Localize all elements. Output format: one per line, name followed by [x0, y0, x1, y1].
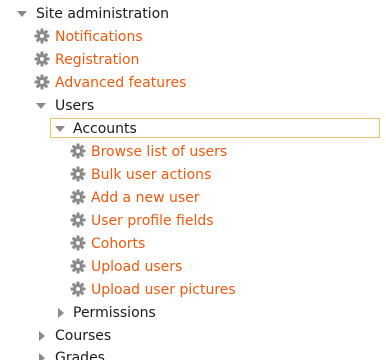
- gear-icon: [70, 258, 86, 274]
- gear-icon: [70, 235, 86, 251]
- tree-node-label: Site administration: [36, 6, 170, 22]
- gear-icon: [70, 189, 86, 205]
- expanded-triangle-icon: [55, 126, 65, 132]
- tree-link-label[interactable]: Registration: [55, 49, 139, 71]
- tree-link-cohorts[interactable]: Cohorts: [0, 233, 386, 255]
- tree-link-user-profile-fields[interactable]: User profile fields: [0, 210, 386, 232]
- gear-icon: [70, 166, 86, 182]
- tree-node-label: Grades: [55, 350, 105, 360]
- tree-node-label: Accounts: [73, 121, 137, 137]
- tree-link-label[interactable]: Browse list of users: [91, 141, 227, 163]
- tree-link-upload-user-pictures[interactable]: Upload user pictures: [0, 279, 386, 301]
- tree-node-site-administration[interactable]: Site administration: [0, 3, 386, 25]
- tree-link-label[interactable]: Bulk user actions: [91, 164, 211, 186]
- collapsed-triangle-icon: [39, 353, 45, 360]
- tree-link-browse-list-of-users[interactable]: Browse list of users: [0, 141, 386, 163]
- tree-link-label[interactable]: Upload users: [91, 256, 182, 278]
- tree-link-label[interactable]: Advanced features: [55, 72, 186, 94]
- tree-link-upload-users[interactable]: Upload users: [0, 256, 386, 278]
- tree-node-label: Users: [55, 98, 95, 114]
- expanded-triangle-icon: [17, 11, 27, 17]
- tree-node-grades[interactable]: Grades: [0, 347, 386, 360]
- tree-link-label[interactable]: Cohorts: [91, 233, 145, 255]
- tree-node-label: Courses: [55, 328, 112, 344]
- collapsed-triangle-icon: [58, 308, 64, 318]
- gear-icon: [34, 74, 50, 90]
- gear-icon: [34, 51, 50, 67]
- gear-icon: [70, 281, 86, 297]
- collapsed-triangle-icon: [39, 331, 45, 341]
- tree-node-courses[interactable]: Courses: [0, 325, 386, 347]
- tree-link-add-a-new-user[interactable]: Add a new user: [0, 187, 386, 209]
- tree-link-label[interactable]: Upload user pictures: [91, 279, 236, 301]
- tree-link-advanced-features[interactable]: Advanced features: [0, 72, 386, 94]
- tree-link-label[interactable]: User profile fields: [91, 210, 214, 232]
- tree-link-notifications[interactable]: Notifications: [0, 26, 386, 48]
- tree-node-label: Permissions: [73, 305, 156, 321]
- tree-node-users[interactable]: Users: [0, 95, 386, 117]
- tree-node-permissions[interactable]: Permissions: [0, 302, 386, 324]
- gear-icon: [70, 212, 86, 228]
- gear-icon: [34, 28, 50, 44]
- expanded-triangle-icon: [36, 103, 46, 109]
- tree-link-label[interactable]: Add a new user: [91, 187, 200, 209]
- tree-link-label[interactable]: Notifications: [55, 26, 143, 48]
- tree-link-bulk-user-actions[interactable]: Bulk user actions: [0, 164, 386, 186]
- admin-navigation-tree: Site administration Notifications Regist…: [0, 0, 386, 360]
- tree-link-registration[interactable]: Registration: [0, 49, 386, 71]
- gear-icon: [70, 143, 86, 159]
- tree-node-accounts[interactable]: Accounts: [0, 118, 386, 140]
